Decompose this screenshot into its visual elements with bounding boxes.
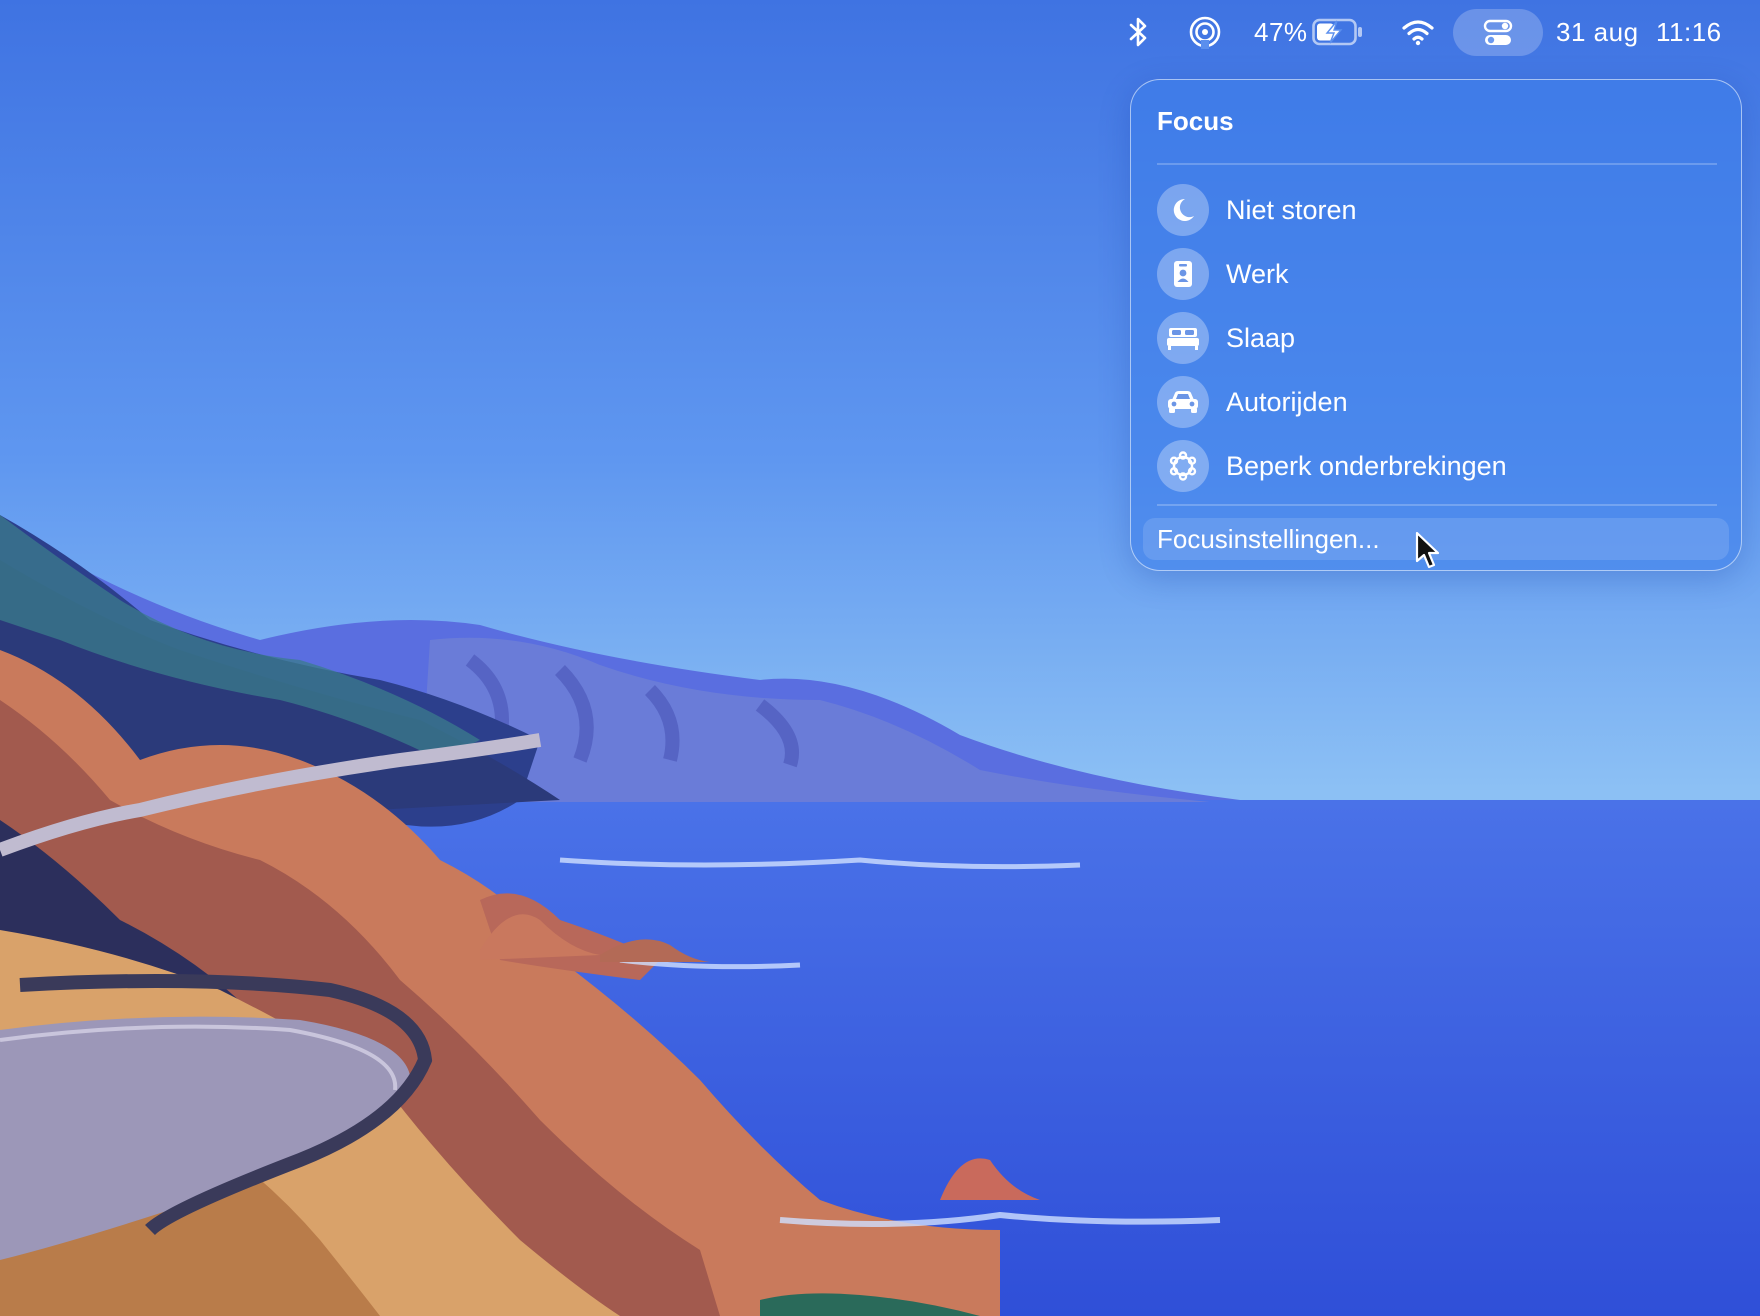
focus-item-autorijden[interactable]: Autorijden <box>1157 374 1717 430</box>
bed-icon <box>1157 312 1209 364</box>
divider <box>1157 163 1717 165</box>
focus-item-niet-storen[interactable]: Niet storen <box>1157 182 1717 238</box>
focus-menu: Focus Niet storen Werk Slaap Autorijden … <box>1130 79 1742 571</box>
control-center-icon <box>1483 18 1513 48</box>
reduce-interruptions-icon <box>1157 440 1209 492</box>
menu-bar: 47% 31 aug 11:16 <box>0 0 1760 64</box>
moon-icon <box>1157 184 1209 236</box>
mouse-pointer-icon <box>1415 531 1440 569</box>
focus-settings-label: Focusinstellingen... <box>1157 524 1380 554</box>
battery-charging-icon[interactable] <box>1312 17 1364 47</box>
focus-item-label: Beperk onderbrekingen <box>1226 450 1507 481</box>
battery-percentage[interactable]: 47% <box>1254 14 1308 50</box>
badge-icon <box>1157 248 1209 300</box>
focus-item-werk[interactable]: Werk <box>1157 246 1717 302</box>
battery-percentage-label: 47% <box>1254 16 1308 47</box>
focus-item-label: Niet storen <box>1226 194 1357 225</box>
focus-item-label: Autorijden <box>1226 386 1348 417</box>
airdrop-icon[interactable] <box>1188 13 1222 51</box>
focus-item-label: Werk <box>1226 258 1289 289</box>
focus-item-label: Slaap <box>1226 322 1296 353</box>
date-label: 31 aug <box>1556 16 1639 47</box>
focus-title: Focus <box>1157 106 1234 136</box>
bluetooth-icon[interactable] <box>1126 14 1152 50</box>
wifi-icon[interactable] <box>1400 16 1436 48</box>
car-icon <box>1157 376 1209 428</box>
menubar-clock[interactable]: 11:16 <box>1656 14 1722 50</box>
control-center-button[interactable] <box>1453 9 1543 56</box>
menubar-date[interactable]: 31 aug <box>1556 14 1639 50</box>
focus-item-beperk-onderbrekingen[interactable]: Beperk onderbrekingen <box>1157 438 1717 494</box>
divider <box>1157 504 1717 506</box>
time-label: 11:16 <box>1656 16 1722 47</box>
focus-item-slaap[interactable]: Slaap <box>1157 310 1717 366</box>
